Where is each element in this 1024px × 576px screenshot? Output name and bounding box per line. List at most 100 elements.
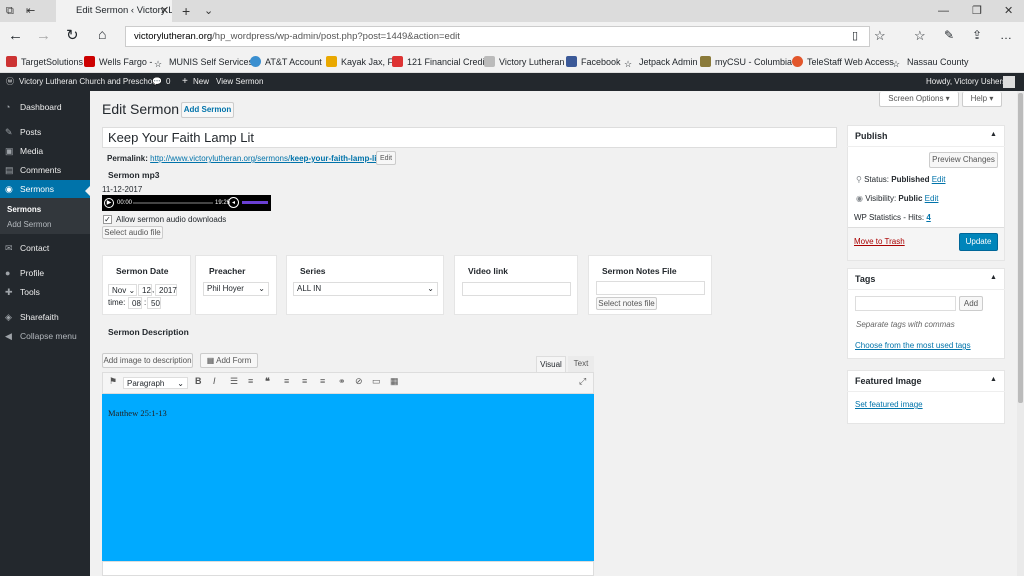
fav-mycsu[interactable]: myCSU - Columbia [700,55,792,69]
minute-input[interactable]: 50 [147,297,161,309]
move-to-trash-link[interactable]: Move to Trash [854,237,905,246]
volume-icon[interactable]: ◂ [228,197,239,208]
home-icon[interactable]: ⌂ [98,26,106,42]
format-select[interactable]: Paragraph ⌄ [123,377,188,389]
star-icon[interactable]: ☆ [874,28,886,44]
reading-view-icon[interactable]: ▯ [852,29,858,42]
visibility-edit-link[interactable]: Edit [925,194,939,203]
comments-count[interactable]: 0 [166,73,170,91]
close-window-icon[interactable]: ✕ [1004,0,1013,22]
tab-visual[interactable]: Visual [536,356,566,372]
help-button[interactable]: Help ▾ [962,92,1002,107]
fav-wells-fargo[interactable]: Wells Fargo - [84,55,152,69]
year-input[interactable]: 2017 [155,284,177,296]
minimize-icon[interactable]: — [938,0,949,22]
more-icon[interactable]: … [1000,28,1012,42]
site-name-link[interactable]: Victory Lutheran Church and Preschool [19,73,159,91]
wordpress-logo-icon[interactable]: ⓦ [6,73,14,91]
notes-input[interactable] [596,281,705,295]
kitchen-sink-icon[interactable]: ▦ [390,376,399,387]
sidebar-item-contact[interactable]: ✉ Contact [0,239,90,257]
play-icon[interactable]: ▶ [104,198,114,208]
fav-att[interactable]: AT&T Account [250,55,322,69]
view-sermon-link[interactable]: View Sermon [216,73,263,91]
permalink-link[interactable]: http://www.victorylutheran.org/sermons/k… [150,154,381,163]
notes-icon[interactable]: ✎ [944,28,954,42]
sidebar-item-sharefaith[interactable]: ◈ Sharefaith [0,308,90,326]
link-icon[interactable]: ⚭ [338,376,346,387]
allow-download-checkbox[interactable]: ✓ [103,215,112,224]
post-title-input[interactable]: Keep Your Faith Lamp Lit [102,127,837,148]
numbered-list-icon[interactable]: ≡ [248,376,253,386]
volume-slider[interactable] [242,201,268,204]
share-icon[interactable]: ⇪ [972,28,982,42]
tab-back-icon[interactable]: ⇤ [26,0,35,22]
back-arrow-icon[interactable]: ← [8,27,23,44]
tab-actions-icon[interactable]: ⧉ [6,0,14,22]
collapse-arrow-icon[interactable]: ▲ [990,131,997,138]
audio-player[interactable]: ▶ 00:00 19:26 ◂ [102,195,271,211]
bullet-list-icon[interactable]: ☰ [230,376,238,387]
day-input[interactable]: 12 [138,284,152,296]
fav-jetpack[interactable]: ☆ Jetpack Admin [624,55,698,69]
fav-121-financial[interactable]: 121 Financial Credit [392,55,487,69]
page-scrollbar[interactable] [1017,91,1024,576]
collapse-arrow-icon[interactable]: ▲ [990,274,997,281]
sidebar-item-media[interactable]: ▣ Media [0,142,90,160]
fav-munis[interactable]: ☆ MUNIS Self Services [154,55,253,69]
comment-icon[interactable]: 💬 [152,73,162,91]
fav-kayak[interactable]: Kayak Jax, Fl [326,55,395,69]
italic-icon[interactable]: I [213,376,216,386]
align-center-icon[interactable]: ≡ [302,376,307,386]
sidebar-item-tools[interactable]: ✚ Tools [0,283,90,301]
screen-options-button[interactable]: Screen Options ▾ [879,92,959,107]
chevron-down-icon[interactable]: ⌄ [204,0,213,22]
forward-arrow-icon[interactable]: → [36,27,51,44]
scrollbar-thumb[interactable] [1018,93,1023,403]
fav-targetsolutions[interactable]: TargetSolutions [6,55,83,69]
address-bar[interactable]: victorylutheran.org/hp_wordpress/wp-admi… [125,26,870,47]
collapse-arrow-icon[interactable]: ▲ [990,376,997,383]
select-notes-button[interactable]: Select notes file [596,297,657,310]
fav-nassau-county[interactable]: ☆ Nassau County [892,55,969,69]
add-form-button[interactable]: ▦ Add Form [200,353,258,368]
permalink-edit-button[interactable]: Edit [376,151,396,165]
restore-icon[interactable]: ❐ [972,0,982,22]
sidebar-sub-add-sermon[interactable]: Add Sermon [0,218,90,232]
sidebar-item-posts[interactable]: ✎ Posts [0,123,90,141]
add-image-button[interactable]: Add image to description [102,353,193,368]
new-tab-icon[interactable]: + [182,0,190,22]
browser-tab[interactable]: Edit Sermon ‹ Victory Lu [56,0,172,22]
sidebar-item-sermons[interactable]: ◉ Sermons [0,180,90,198]
month-select[interactable]: Nov ⌄ [108,284,137,296]
choose-tags-link[interactable]: Choose from the most used tags [855,341,971,350]
avatar[interactable] [1003,76,1015,88]
audio-progress[interactable] [133,202,213,204]
sidebar-item-comments[interactable]: ▤ Comments [0,161,90,179]
blockquote-icon[interactable]: ❝ [265,376,270,387]
fav-facebook[interactable]: Facebook [566,55,621,69]
bold-icon[interactable]: B [195,376,202,386]
fav-telestaff[interactable]: TeleStaff Web Access [792,55,894,69]
tag-input[interactable] [855,296,956,311]
select-audio-button[interactable]: Select audio file [102,226,163,239]
add-tag-button[interactable]: Add [959,296,983,311]
tab-close-icon[interactable]: ✕ [160,0,169,22]
howdy-link[interactable]: Howdy, Victory Ushers [926,73,1006,91]
read-more-icon[interactable]: ▭ [372,376,381,387]
status-edit-link[interactable]: Edit [932,175,946,184]
toolbar-toggle-icon[interactable]: ⚑ [109,376,117,387]
hour-input[interactable]: 08 [128,297,142,309]
hits-link[interactable]: 4 [926,213,930,222]
preacher-select[interactable]: Phil Hoyer ⌄ [203,282,269,296]
align-left-icon[interactable]: ≡ [284,376,289,386]
collapse-menu-button[interactable]: ◀ Collapse menu [0,327,90,345]
favorites-icon[interactable]: ☆ [914,28,926,44]
add-sermon-button[interactable]: Add Sermon [181,102,234,118]
sidebar-item-dashboard[interactable]: ◔ Dashboard [0,98,90,116]
refresh-icon[interactable]: ↻ [66,26,79,44]
new-link[interactable]: New [193,73,209,91]
align-right-icon[interactable]: ≡ [320,376,325,386]
editor-content[interactable]: Matthew 25:1-13 [102,394,594,561]
fav-victory-lutheran[interactable]: Victory Lutheran [484,55,564,69]
